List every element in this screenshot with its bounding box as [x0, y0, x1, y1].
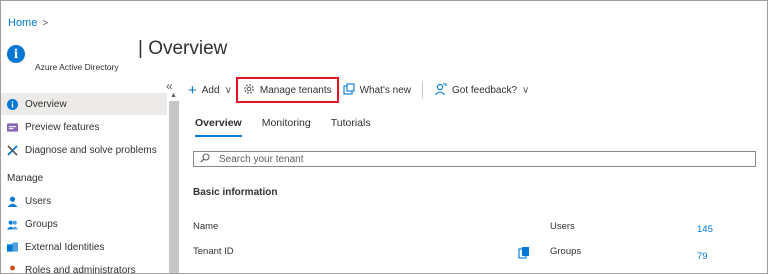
tenant-id-label: Tenant ID: [193, 246, 234, 257]
toolbar-divider: [421, 82, 423, 98]
search-icon: [200, 150, 210, 168]
chevron-down-icon: ∨: [224, 84, 232, 96]
add-label: Add: [201, 84, 220, 96]
sidebar-item-roles[interactable]: Roles and administrators: [1, 259, 167, 274]
sidebar-item-overview[interactable]: Overview: [1, 93, 167, 115]
service-subtitle: Azure Active Directory: [35, 62, 119, 72]
command-bar: + Add ∨ Manage tenants What's new Got fe…: [183, 77, 534, 103]
groups-icon: [7, 219, 18, 230]
sidebar-scrollbar[interactable]: [169, 101, 179, 273]
sidebar-item-label: Roles and administrators: [25, 264, 136, 274]
portal-window: Home > i Azure Active Directory | Overvi…: [0, 0, 768, 274]
roles-icon: [7, 265, 18, 273]
copy-icon[interactable]: [518, 246, 530, 260]
users-count-link[interactable]: 145: [697, 224, 713, 235]
name-label: Name: [193, 221, 219, 232]
user-icon: [7, 196, 18, 207]
feedback-button[interactable]: Got feedback? ∨: [429, 78, 534, 102]
sidebar-item-label: Users: [25, 195, 52, 207]
plus-icon: +: [188, 81, 197, 99]
tab-strip: Overview Monitoring Tutorials: [195, 117, 371, 137]
sidebar-item-label: Groups: [25, 218, 58, 230]
manage-tenants-label: Manage tenants: [259, 84, 332, 96]
gear-icon: [243, 83, 255, 98]
groups-count-link[interactable]: 79: [697, 251, 708, 262]
manage-tenants-button[interactable]: Manage tenants: [235, 77, 339, 103]
basic-information-heading: Basic information: [193, 187, 278, 198]
breadcrumb-home-link[interactable]: Home: [8, 17, 37, 29]
chevron-down-icon: ∨: [522, 84, 530, 96]
sidebar-section-manage: Manage: [7, 173, 44, 184]
sidebar-item-diagnose[interactable]: Diagnose and solve problems: [1, 139, 167, 161]
sidebar-item-label: Diagnose and solve problems: [25, 144, 157, 156]
collapse-sidebar-button[interactable]: «: [166, 79, 173, 93]
sidebar-item-users[interactable]: Users: [1, 190, 167, 212]
sidebar-item-groups[interactable]: Groups: [1, 213, 167, 235]
page-title: | Overview: [138, 38, 228, 59]
tab-monitoring[interactable]: Monitoring: [262, 117, 311, 137]
add-button[interactable]: + Add ∨: [183, 78, 237, 102]
search-box[interactable]: [193, 151, 756, 167]
preview-icon: [7, 122, 18, 133]
users-label: Users: [550, 221, 575, 232]
groups-label: Groups: [550, 246, 582, 257]
whats-new-button[interactable]: What's new: [338, 78, 416, 102]
sidebar-item-external-identities[interactable]: External Identities: [1, 236, 167, 258]
info-icon: [7, 98, 18, 110]
main-content: + Add ∨ Manage tenants What's new Got fe…: [183, 77, 767, 273]
sidebar-item-preview-features[interactable]: Preview features: [1, 116, 167, 138]
info-icon: i: [7, 45, 25, 63]
tab-overview[interactable]: Overview: [195, 117, 242, 137]
feedback-person-icon: [434, 83, 447, 98]
wrench-icon: [7, 144, 18, 156]
breadcrumb-chevron-icon: >: [42, 17, 49, 29]
open-external-icon: [343, 82, 355, 98]
sidebar-item-label: Overview: [25, 98, 67, 110]
feedback-label: Got feedback?: [451, 84, 518, 96]
sidebar-item-label: Preview features: [25, 121, 100, 133]
search-input[interactable]: [219, 153, 619, 165]
breadcrumb: Home >: [8, 17, 48, 29]
scroll-up-arrow-icon[interactable]: ▲: [170, 92, 177, 99]
tab-tutorials[interactable]: Tutorials: [331, 117, 371, 137]
sidebar: « ▲ Overview Preview features Diagnose a…: [1, 79, 179, 274]
external-identities-icon: [7, 241, 18, 253]
sidebar-item-label: External Identities: [25, 241, 105, 253]
whats-new-label: What's new: [359, 84, 411, 96]
